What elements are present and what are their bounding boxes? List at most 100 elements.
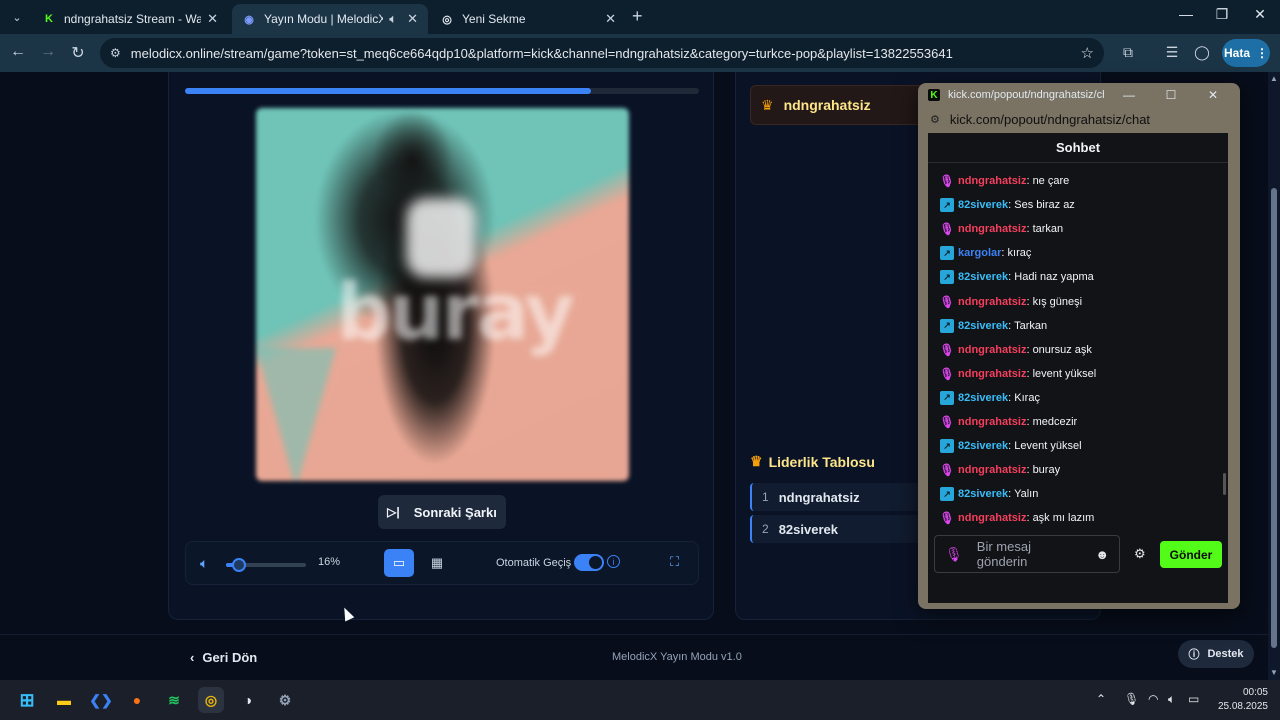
popout-address-bar: ⚙ kick.com/popout/ndngrahatsiz/chat bbox=[926, 107, 1232, 131]
chrome-icon[interactable]: ◎ bbox=[198, 687, 224, 713]
chat-message-input[interactable]: 🎙︎ Bir mesaj gönderin ☻ bbox=[934, 535, 1120, 573]
chat-author[interactable]: 82siverek bbox=[958, 392, 1008, 404]
vscode-icon[interactable]: ❮❯ bbox=[88, 687, 114, 713]
tab-new[interactable]: ◎ Yeni Sekme ✕ bbox=[430, 4, 626, 34]
scrollbar-thumb[interactable] bbox=[1271, 188, 1277, 648]
profile-error-button[interactable]: Hata ⋮ bbox=[1222, 39, 1270, 67]
address-bar[interactable]: ⚙ melodicx.online/stream/game?token=st_m… bbox=[100, 38, 1104, 68]
help-chat-icon: ⓘ bbox=[1188, 649, 1200, 661]
microphone-badge-icon: 🎙︎ bbox=[939, 342, 955, 357]
close-icon[interactable]: ✕ bbox=[407, 11, 418, 27]
tab-kick-stream[interactable]: K ndngrahatsiz Stream - Watch Live ✕ bbox=[32, 4, 228, 34]
chat-author[interactable]: ndngrahatsiz bbox=[958, 464, 1026, 476]
more-icon: ⋮ bbox=[1256, 46, 1268, 60]
settings-gear-icon[interactable]: ⚙ bbox=[272, 687, 298, 713]
microphone-icon[interactable]: 🎙︎ bbox=[1124, 692, 1139, 706]
leaderboard-name: 82siverek bbox=[778, 521, 838, 537]
chat-author[interactable]: kargolar bbox=[958, 247, 1001, 259]
file-explorer-icon[interactable]: ▬ bbox=[51, 687, 77, 713]
mic-icon: 🎙︎ bbox=[945, 545, 963, 562]
tab-title: Yayın Modu | MelodicX bbox=[264, 12, 384, 26]
chat-text: : Ses biraz az bbox=[1008, 199, 1075, 212]
chat-author[interactable]: ndngrahatsiz bbox=[958, 296, 1026, 308]
info-icon[interactable]: i bbox=[607, 555, 620, 568]
chat-author[interactable]: ndngrahatsiz bbox=[958, 175, 1026, 187]
auto-skip-toggle[interactable] bbox=[574, 554, 604, 571]
chat-scrollbar-thumb[interactable] bbox=[1223, 473, 1226, 495]
back-button[interactable]: ‹ Geri Dön bbox=[190, 650, 257, 665]
crown-icon: ♛ bbox=[750, 453, 763, 469]
support-button[interactable]: ⓘ Destek bbox=[1178, 640, 1254, 668]
chat-author[interactable]: ndngrahatsiz bbox=[958, 512, 1026, 524]
chat-author[interactable]: 82siverek bbox=[958, 199, 1008, 211]
scroll-down-icon[interactable]: ▼ bbox=[1270, 668, 1278, 677]
chat-input-placeholder: Bir mesaj gönderin bbox=[976, 539, 1031, 569]
back-arrow-icon[interactable]: ← bbox=[8, 43, 28, 61]
tab-melodicx[interactable]: ◉ Yayın Modu | MelodicX 🔈︎ ✕ bbox=[232, 4, 428, 34]
vip-badge-icon: ↗ bbox=[940, 246, 954, 261]
chat-author[interactable]: ndngrahatsiz bbox=[958, 416, 1026, 428]
wifi-icon[interactable]: ◠ bbox=[1148, 692, 1158, 706]
minimize-button[interactable]: — bbox=[1172, 6, 1200, 22]
send-button[interactable]: Gönder bbox=[1160, 541, 1222, 568]
chat-message: 🎙︎ ndngrahatsiz: ne çare bbox=[928, 169, 1228, 193]
tab-search-icon[interactable]: ⌄ bbox=[6, 6, 28, 28]
site-settings-icon[interactable]: ⚙ bbox=[110, 46, 121, 60]
window-close-button[interactable]: ✕ bbox=[1246, 6, 1274, 23]
forward-arrow-icon[interactable]: → bbox=[38, 43, 58, 61]
reload-icon[interactable]: ↻ bbox=[68, 43, 88, 63]
spotify-icon[interactable]: ≋ bbox=[161, 687, 187, 713]
chat-author[interactable]: 82siverek bbox=[958, 271, 1008, 283]
close-icon[interactable]: ✕ bbox=[207, 11, 218, 27]
close-icon[interactable]: ✕ bbox=[1196, 88, 1230, 102]
url-text: melodicx.online/stream/game?token=st_meq… bbox=[130, 45, 953, 61]
music-icon: ◉ bbox=[244, 13, 254, 26]
maximize-button[interactable]: ☐ bbox=[1154, 88, 1188, 102]
next-song-button[interactable]: ▷| Sonraki Şarkı bbox=[378, 495, 506, 529]
volume-icon[interactable]: 🔈︎ bbox=[200, 555, 208, 572]
extensions-icon[interactable]: ⧉ bbox=[1118, 44, 1138, 61]
auto-skip-label: Otomatik Geçiş bbox=[496, 557, 572, 569]
microphone-badge-icon: 🎙︎ bbox=[939, 511, 955, 526]
clock[interactable]: 00:05 25.08.2025 bbox=[1214, 686, 1268, 714]
account-icon[interactable]: ◯ bbox=[1192, 44, 1212, 61]
chat-text: : Tarkan bbox=[1008, 319, 1048, 332]
fullscreen-icon[interactable]: ⛶ bbox=[670, 554, 679, 570]
chat-author[interactable]: 82siverek bbox=[958, 488, 1008, 500]
minimize-button[interactable]: — bbox=[1112, 88, 1146, 102]
close-icon[interactable]: ✕ bbox=[605, 11, 616, 27]
obs-icon[interactable]: ◑ bbox=[235, 687, 261, 713]
firefox-icon[interactable]: ● bbox=[124, 687, 150, 713]
maximize-button[interactable]: ❐ bbox=[1208, 6, 1236, 23]
battery-icon[interactable]: ▭ bbox=[1188, 692, 1199, 706]
bookmark-star-icon[interactable]: ☆ bbox=[1081, 44, 1094, 62]
speaker-icon[interactable]: 🔈︎ bbox=[1168, 692, 1175, 707]
page-scrollbar[interactable]: ▲ ▼ bbox=[1268, 72, 1280, 680]
microphone-badge-icon: 🎙︎ bbox=[939, 222, 955, 237]
chat-message: 🎙︎ ndngrahatsiz: buray bbox=[928, 458, 1228, 482]
scroll-up-icon[interactable]: ▲ bbox=[1270, 74, 1278, 83]
new-tab-button[interactable]: + bbox=[632, 6, 643, 27]
volume-slider[interactable] bbox=[226, 558, 306, 572]
volume-handle[interactable] bbox=[231, 558, 246, 572]
site-settings-icon[interactable]: ⚙ bbox=[930, 113, 940, 126]
chat-author[interactable]: ndngrahatsiz bbox=[958, 368, 1026, 380]
toggle-knob bbox=[589, 556, 602, 569]
chat-author[interactable]: 82siverek bbox=[958, 440, 1008, 452]
chat-author[interactable]: 82siverek bbox=[958, 320, 1008, 332]
monitor-mode-button[interactable]: ▭ bbox=[384, 549, 414, 577]
start-windows-icon[interactable]: ⊞ bbox=[14, 687, 40, 713]
speaker-icon[interactable]: 🔈︎ bbox=[389, 11, 397, 27]
chat-author[interactable]: ndngrahatsiz bbox=[958, 344, 1026, 356]
leaderboard-title: ♛ Liderlik Tablosu bbox=[750, 453, 875, 470]
gear-icon[interactable]: ⚙ bbox=[1134, 546, 1146, 562]
chevron-up-icon[interactable]: ⌃ bbox=[1096, 692, 1106, 706]
chat-author[interactable]: ndngrahatsiz bbox=[958, 223, 1026, 235]
skip-next-icon: ▷| bbox=[387, 505, 400, 519]
song-progress-bar[interactable] bbox=[185, 88, 699, 94]
popout-titlebar: K kick.com/popout/ndngrahatsiz/chat... —… bbox=[918, 83, 1240, 107]
media-control-icon[interactable]: ☰ bbox=[1162, 44, 1182, 61]
film-mode-button[interactable]: ▦ bbox=[422, 549, 452, 577]
emoji-icon[interactable]: ☻ bbox=[1095, 547, 1109, 562]
tab-title: ndngrahatsiz Stream - Watch Live bbox=[64, 12, 202, 26]
